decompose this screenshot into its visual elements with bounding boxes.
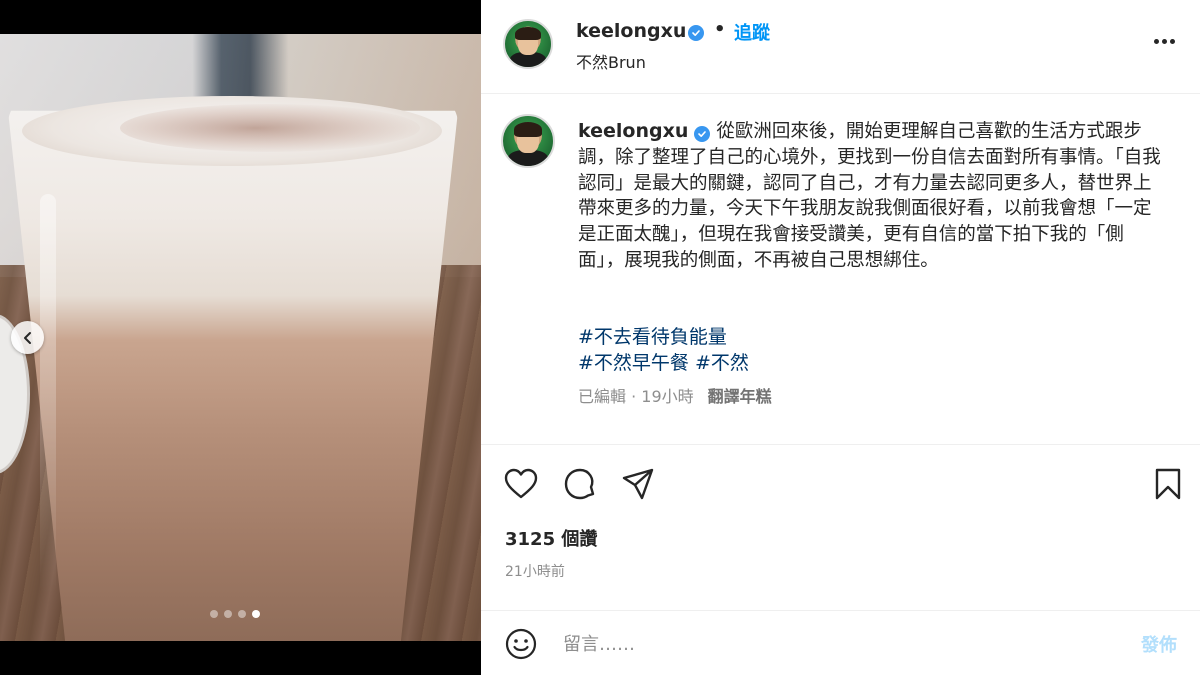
post-timestamp[interactable]: 21小時前 (505, 561, 565, 581)
header-separator: • (714, 19, 726, 40)
post-details-panel: keelongxu • 追蹤 不然Brun keelongxu 從歐洲回來後，開始… (481, 0, 1200, 675)
post-comment-button[interactable]: 發佈 (1141, 631, 1177, 657)
carousel-dot (224, 610, 232, 618)
heart-icon[interactable] (503, 466, 539, 502)
edited-timestamp: 已編輯 · 19小時 (578, 387, 694, 406)
caption-text: 從歐洲回來後，開始更理解自己喜歡的生活方式跟步調，除了整理了自己的心境外，更找到… (578, 121, 1161, 271)
carousel-dot (238, 610, 246, 618)
avatar[interactable] (503, 19, 553, 69)
verified-badge-icon (694, 126, 711, 142)
chevron-left-icon (23, 331, 31, 344)
location-link[interactable]: 不然Brun (576, 49, 646, 73)
carousel-dot-active (252, 610, 260, 618)
action-bar (481, 462, 1200, 506)
caption-meta: 已編輯 · 19小時 翻譯年糕 (578, 383, 772, 407)
carousel-prev-button[interactable] (11, 321, 44, 354)
post-caption: keelongxu 從歐洲回來後，開始更理解自己喜歡的生活方式跟步調，除了整理了自… (578, 119, 1168, 274)
carousel-indicator (210, 610, 260, 618)
hashtag-list: #不去看待負能量 #不然早午餐 #不然 (578, 324, 749, 376)
carousel-dot (210, 610, 218, 618)
emoji-smiley-icon[interactable] (504, 627, 538, 661)
comment-bubble-icon[interactable] (562, 466, 598, 502)
paper-plane-icon[interactable] (620, 466, 656, 502)
verified-badge-icon (688, 25, 704, 41)
post-header: keelongxu • 追蹤 不然Brun (481, 0, 1200, 94)
translate-button[interactable]: 翻譯年糕 (708, 387, 772, 406)
comment-input[interactable] (563, 629, 1123, 659)
post-photo (0, 34, 481, 641)
comment-bar: 發佈 (481, 610, 1200, 675)
caption-username[interactable]: keelongxu (578, 120, 688, 142)
hashtag-link[interactable]: #不然早午餐 (578, 352, 689, 374)
hashtag-link[interactable]: #不然 (695, 352, 749, 374)
likes-count[interactable]: 3125 個讚 (505, 525, 597, 551)
follow-button[interactable]: 追蹤 (734, 19, 770, 45)
caption-section: keelongxu 從歐洲回來後，開始更理解自己喜歡的生活方式跟步調，除了整理了自… (481, 95, 1200, 445)
username-link[interactable]: keelongxu (576, 20, 686, 42)
avatar[interactable] (501, 114, 555, 168)
hashtag-link[interactable]: #不去看待負能量 (578, 326, 727, 348)
bookmark-icon[interactable] (1150, 466, 1186, 502)
post-media-panel (0, 0, 481, 675)
more-options-icon[interactable] (1149, 31, 1179, 51)
